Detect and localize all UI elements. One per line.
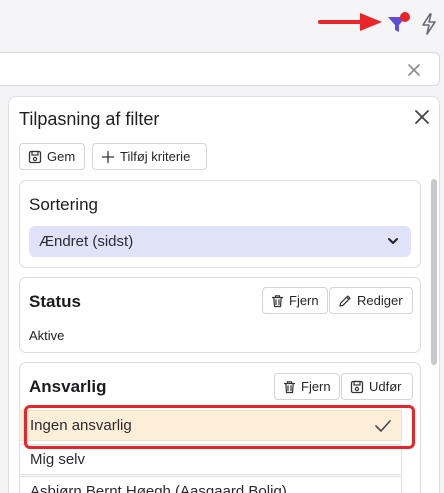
notification-dot [400, 12, 410, 22]
floppy-disk-icon [350, 380, 364, 393]
top-toolbar [0, 0, 444, 52]
sorting-section: Sortering Ændret (sidst) [19, 180, 421, 268]
plus-icon [101, 150, 115, 163]
responsible-remove-label: Fjern [301, 379, 331, 394]
status-edit-label: Rediger [357, 293, 403, 308]
chevron-down-icon [388, 238, 398, 244]
search-input[interactable] [2, 57, 382, 81]
list-item-label: Asbjørn Bernt Høegh (Aasgaard Bolig) [30, 483, 287, 493]
status-title: Status [29, 292, 81, 311]
status-value: Aktive [29, 328, 65, 343]
responsible-export-label: Udfør [369, 379, 402, 394]
sorting-selected-value: Ændret (sidst) [39, 233, 134, 250]
close-icon[interactable] [413, 108, 431, 126]
status-remove-label: Fjern [289, 293, 319, 308]
trash-icon [271, 294, 284, 307]
sorting-title: Sortering [29, 195, 98, 214]
pencil-icon [339, 294, 351, 307]
status-edit-button[interactable]: Rediger [329, 287, 413, 314]
add-criterion-label: Tilføj kriterie [120, 149, 191, 164]
panel-title: Tilpasning af filter [19, 109, 160, 129]
bolt-icon [422, 13, 436, 35]
quick-actions-button[interactable] [419, 12, 439, 36]
responsible-title: Ansvarlig [29, 377, 107, 396]
sorting-select[interactable]: Ændret (sidst) [29, 226, 411, 257]
filter-button[interactable] [386, 10, 412, 36]
clear-search-icon[interactable] [406, 62, 422, 78]
list-item-person[interactable]: Asbjørn Bernt Høegh (Aasgaard Bolig) [19, 476, 402, 493]
list-item-label: Mig selv [30, 451, 86, 468]
responsible-remove-button[interactable]: Fjern [274, 373, 340, 400]
annotation-highlight-box [24, 405, 415, 449]
search-bar [0, 52, 440, 86]
panel-scrollbar[interactable] [431, 179, 437, 365]
annotation-arrow [318, 13, 382, 31]
save-button[interactable]: Gem [19, 143, 85, 170]
add-criterion-button[interactable]: Tilføj kriterie [92, 143, 207, 170]
status-section: Status Fjern Rediger Aktive [19, 277, 421, 353]
filter-icon [388, 12, 410, 32]
status-remove-button[interactable]: Fjern [262, 287, 328, 314]
responsible-export-button[interactable]: Udfør [341, 373, 413, 400]
trash-icon [283, 380, 296, 393]
floppy-disk-icon [28, 150, 42, 163]
save-button-label: Gem [47, 149, 76, 164]
